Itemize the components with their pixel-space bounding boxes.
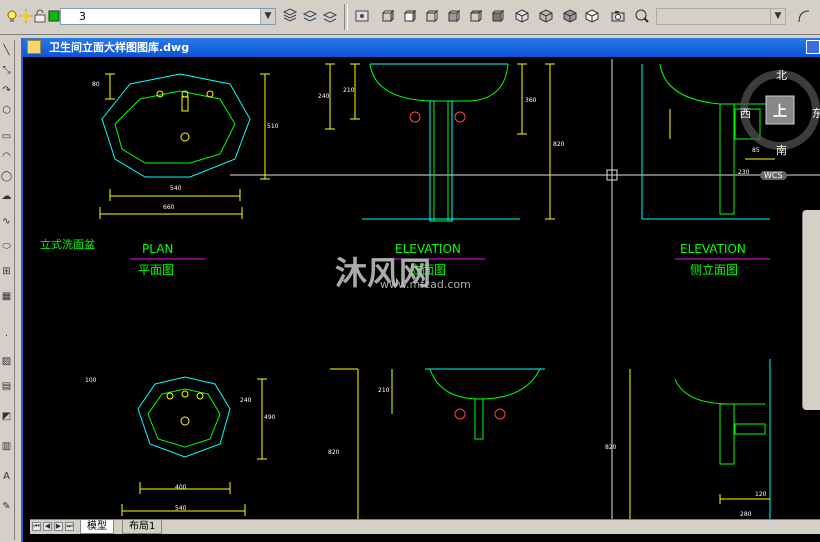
layer-previous-icon[interactable] [302, 8, 318, 24]
view-dropdown[interactable]: ▼ [656, 8, 786, 25]
toolbar-separator [344, 4, 348, 30]
elevation-wall-basin-bottom [330, 368, 545, 519]
view-front-icon[interactable] [468, 8, 484, 24]
dim-elev-h2: 210 [343, 87, 355, 94]
viewcube-west[interactable]: 西 [740, 105, 751, 121]
viewcube-ring [740, 70, 820, 150]
orbit-icon[interactable] [634, 8, 650, 24]
dim-plan-h: 510 [267, 123, 279, 130]
ellipse-icon[interactable]: ⬭ [0, 240, 13, 253]
dim-elev-h1: 240 [318, 93, 330, 100]
chevron-down-icon[interactable]: ▼ [260, 9, 275, 24]
arc-icon[interactable]: ◠ [0, 150, 13, 163]
dim-plan-top: 80 [92, 81, 100, 88]
chevron-down-icon[interactable]: ▼ [770, 9, 785, 24]
iso-sw-icon[interactable] [514, 8, 530, 24]
dim-plan2-w1: 400 [175, 484, 187, 491]
side-elevation-title-cn: 侧立面图 [690, 263, 739, 277]
viewcube-east[interactable]: 东 [812, 105, 820, 121]
side-elevation-bottom [629, 359, 771, 519]
dim-plan2-h: 490 [264, 414, 276, 421]
layer-walk-icon[interactable] [322, 8, 338, 24]
iso-nw-icon[interactable] [584, 8, 600, 24]
dim-elev-h3: 360 [525, 97, 537, 104]
layout-tabs: ⏮ ◀ ▶ ⏭ 模型 布局1 [30, 519, 820, 534]
viewcube-top-face[interactable]: 上 [773, 101, 787, 121]
dim-elev2-h: 210 [378, 387, 390, 394]
wcs-menu[interactable]: WCS [760, 171, 787, 180]
mtext-icon[interactable]: A [0, 470, 13, 483]
top-toolbar: 3 ▼ ▼ [0, 0, 820, 35]
dim-plan2-h1: 240 [240, 397, 252, 404]
elevation-pedestal-top [325, 63, 555, 222]
table-icon[interactable]: ▥ [0, 440, 13, 453]
dim-plan-w1: 540 [170, 185, 182, 192]
insert-block-icon[interactable]: ⊞ [0, 265, 13, 278]
window-title: 卫生间立面大样图图库.dwg [49, 41, 190, 54]
region-icon[interactable]: ◩ [0, 410, 13, 423]
dim-elev2-total: 820 [328, 449, 340, 456]
revision-cloud-icon[interactable]: ☁ [0, 190, 13, 203]
tab-model[interactable]: 模型 [80, 520, 114, 534]
view-left-icon[interactable] [424, 8, 440, 24]
spline-icon[interactable]: ∿ [0, 215, 13, 228]
construction-line-icon[interactable]: ⤡ [0, 64, 13, 77]
viewcube-north[interactable]: 北 [776, 67, 787, 83]
tab-next-button[interactable]: ▶ [54, 522, 63, 531]
pedestal-basin-label: 立式洗面盆 [40, 238, 95, 251]
dim-plan2-top: 100 [85, 377, 97, 384]
iso-ne-icon[interactable] [562, 8, 578, 24]
tab-last-button[interactable]: ⏭ [65, 522, 74, 531]
viewcube[interactable]: 北 南 东 西 上 WCS [720, 40, 820, 180]
side-elevation-title-en: ELEVATION [680, 242, 746, 256]
plan-title-cn: 平面图 [138, 263, 175, 277]
polyline-icon[interactable]: ↷ [0, 84, 13, 97]
view-back-icon[interactable] [490, 8, 506, 24]
polyline-icon[interactable] [796, 8, 812, 24]
view-top-icon[interactable] [380, 8, 396, 24]
view-bottom-icon[interactable] [402, 8, 418, 24]
dim-plan2-w2: 540 [175, 505, 187, 512]
layer-value: 3 [79, 10, 86, 23]
line-icon[interactable]: ╲ [0, 44, 13, 57]
iso-se-icon[interactable] [538, 8, 554, 24]
layer-dropdown[interactable]: 3 ▼ [60, 8, 276, 25]
watermark-url: www.mfcad.com [380, 278, 471, 291]
hatch-icon[interactable]: ▨ [0, 355, 13, 368]
tab-first-button[interactable]: ⏮ [32, 522, 41, 531]
rectangle-icon[interactable]: ▭ [0, 130, 13, 143]
circle-icon[interactable]: ◯ [0, 170, 13, 183]
view-right-icon[interactable] [446, 8, 462, 24]
drawing-titlebar: 卫生间立面大样图图库.dwg [23, 38, 820, 57]
make-block-icon[interactable]: ▦ [0, 290, 13, 303]
named-views-icon[interactable] [354, 8, 370, 24]
dim-side2-820: 820 [605, 444, 617, 451]
draw-toolbar: ╲ ⤡ ↷ ⬡ ▭ ◠ ◯ ☁ ∿ ⬭ ⊞ ▦ · ▨ ▤ ◩ ▥ A ✎ [0, 40, 15, 540]
polygon-icon[interactable]: ⬡ [0, 104, 13, 117]
viewcube-south[interactable]: 南 [776, 142, 787, 158]
layer-states-icon[interactable] [282, 8, 298, 24]
dim-elev-total: 820 [553, 141, 565, 148]
dim-side2-120: 120 [755, 491, 767, 498]
dim-side-230: 230 [738, 169, 750, 176]
dim-side2-280: 280 [740, 511, 752, 518]
tab-prev-button[interactable]: ◀ [43, 522, 52, 531]
gradient-icon[interactable]: ▤ [0, 380, 13, 393]
tab-layout1[interactable]: 布局1 [122, 520, 163, 534]
dim-plan-w2: 660 [163, 204, 175, 211]
camera-icon[interactable] [610, 8, 626, 24]
navigation-bar[interactable] [802, 210, 820, 410]
point-icon[interactable]: · [0, 330, 13, 343]
edit-icon[interactable]: ✎ [0, 500, 13, 513]
dwg-file-icon [27, 40, 41, 54]
plan-basin-top [99, 73, 270, 219]
plan-title-en: PLAN [142, 242, 174, 256]
